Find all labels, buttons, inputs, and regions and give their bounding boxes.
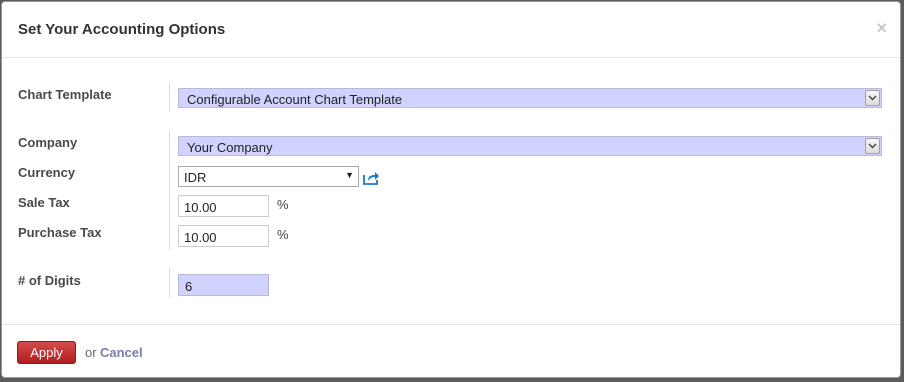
digits-label: # of Digits: [18, 273, 81, 288]
apply-button[interactable]: Apply: [17, 341, 76, 364]
caret-down-icon: ▼: [345, 170, 354, 180]
separator: [169, 268, 170, 298]
company-select[interactable]: Your Company: [178, 136, 882, 156]
currency-select[interactable]: IDR ▼: [178, 166, 359, 187]
sale-tax-input[interactable]: 10.00: [178, 195, 269, 217]
purchase-tax-unit: %: [277, 227, 289, 242]
purchase-tax-input[interactable]: 10.00: [178, 225, 269, 247]
sale-tax-unit: %: [277, 197, 289, 212]
separator: [169, 82, 170, 112]
chevron-down-icon[interactable]: [865, 138, 880, 154]
chart-template-select[interactable]: Configurable Account Chart Template: [178, 88, 882, 108]
dialog-header: Set Your Accounting Options ×: [2, 2, 900, 58]
digits-value: 6: [185, 279, 193, 294]
currency-value: IDR: [184, 170, 207, 185]
currency-label: Currency: [18, 165, 76, 180]
close-icon[interactable]: ×: [876, 19, 887, 37]
external-link-icon[interactable]: [363, 171, 380, 185]
company-value: Your Company: [187, 140, 273, 155]
chart-template-label: Chart Template: [18, 87, 112, 102]
dialog-footer: Apply or Cancel: [2, 324, 900, 377]
digits-input[interactable]: 6: [178, 274, 269, 296]
accounting-options-dialog: Set Your Accounting Options × Chart Temp…: [1, 1, 901, 378]
purchase-tax-value: 10.00: [184, 230, 217, 245]
chart-template-value: Configurable Account Chart Template: [187, 92, 403, 107]
cancel-link[interactable]: Cancel: [100, 345, 143, 360]
separator: [169, 130, 170, 250]
dialog-title: Set Your Accounting Options: [18, 21, 226, 38]
purchase-tax-label: Purchase Tax: [18, 225, 102, 240]
or-text: or: [85, 345, 97, 360]
chevron-down-icon[interactable]: [865, 90, 880, 106]
company-label: Company: [18, 135, 78, 150]
sale-tax-label: Sale Tax: [18, 195, 70, 210]
sale-tax-value: 10.00: [184, 200, 217, 215]
